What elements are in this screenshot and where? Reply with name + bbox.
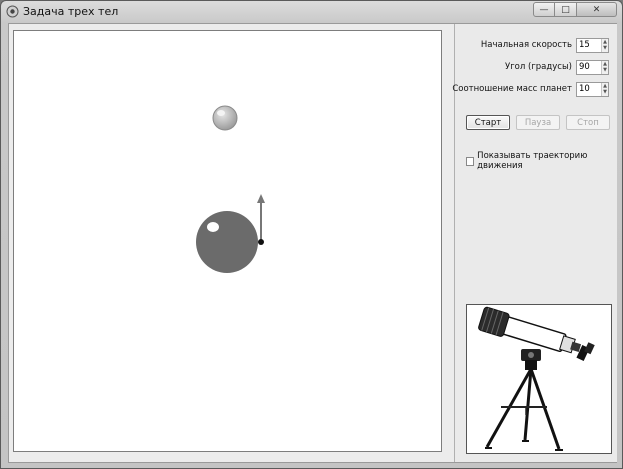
initial-speed-input[interactable]: [577, 38, 601, 52]
probe-body: [258, 239, 264, 245]
small-planet-highlight: [217, 110, 225, 116]
start-button[interactable]: Старт: [466, 115, 510, 130]
large-planet: [196, 211, 258, 273]
caption-buttons: — □ ✕: [533, 2, 617, 18]
telescope-icon: [478, 306, 595, 451]
large-planet-highlight: [207, 222, 219, 232]
telescope-picture: [466, 304, 612, 454]
simulation-canvas[interactable]: [13, 30, 442, 452]
maximize-button[interactable]: □: [555, 2, 577, 17]
field-initial-speed: Начальная скорость ▲ ▼: [481, 37, 609, 53]
angle-input[interactable]: [577, 60, 601, 74]
mass-ratio-spinner[interactable]: ▲ ▼: [576, 81, 609, 97]
initial-speed-spinner[interactable]: ▲ ▼: [576, 37, 609, 53]
close-button[interactable]: ✕: [577, 2, 617, 17]
small-planet: [212, 105, 238, 131]
spin-down-icon[interactable]: ▼: [602, 45, 608, 52]
spin-down-icon[interactable]: ▼: [602, 67, 608, 74]
window-title: Задача трех тел: [23, 5, 119, 18]
app-window: Задача трех тел — □ ✕ Начальная скорость…: [0, 0, 623, 469]
velocity-arrow-head: [257, 194, 265, 203]
checkbox-box[interactable]: [466, 156, 475, 166]
control-buttons: Старт Пауза Стоп: [466, 115, 610, 130]
control-panel: Начальная скорость ▲ ▼ Угол (градусы) ▲ …: [452, 24, 617, 462]
stop-button[interactable]: Стоп: [566, 115, 610, 130]
minimize-button[interactable]: —: [533, 2, 555, 17]
field-mass-ratio: Соотношение масс планет ▲ ▼: [452, 81, 609, 97]
angle-spinner[interactable]: ▲ ▼: [576, 59, 609, 75]
show-trajectory-label: Показывать траекторию движения: [477, 151, 588, 171]
mass-ratio-label: Соотношение масс планет: [452, 84, 572, 94]
field-angle: Угол (градусы) ▲ ▼: [505, 59, 609, 75]
app-icon: [6, 5, 19, 18]
client-area: Начальная скорость ▲ ▼ Угол (градусы) ▲ …: [8, 23, 617, 463]
show-trajectory-checkbox[interactable]: Показывать траекторию движения: [466, 151, 617, 171]
angle-label: Угол (градусы): [505, 62, 572, 72]
spin-down-icon[interactable]: ▼: [602, 89, 608, 96]
title-bar[interactable]: Задача трех тел — □ ✕: [1, 1, 622, 23]
simulation-svg: [196, 105, 265, 273]
pause-button[interactable]: Пауза: [516, 115, 560, 130]
initial-speed-label: Начальная скорость: [480, 40, 572, 50]
mass-ratio-input[interactable]: [577, 82, 601, 96]
